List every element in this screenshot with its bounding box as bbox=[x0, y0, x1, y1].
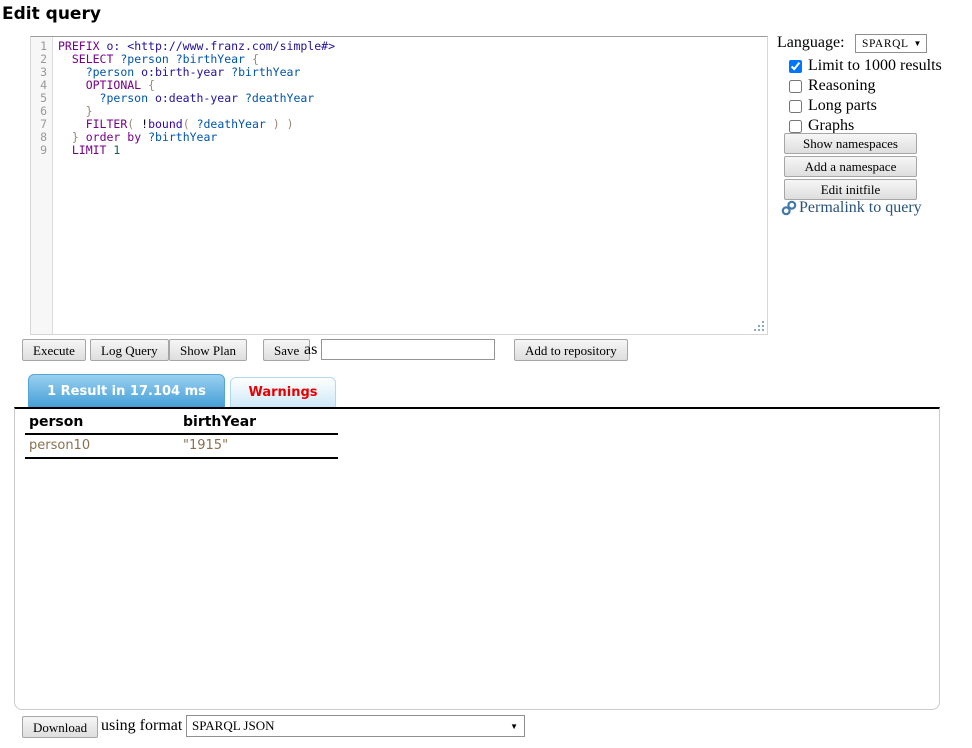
show-namespaces-button[interactable]: Show namespaces bbox=[784, 133, 917, 154]
tab-results[interactable]: 1 Result in 17.104 ms bbox=[28, 374, 225, 407]
long-parts-checkbox[interactable] bbox=[789, 100, 802, 113]
using-format-label: using format bbox=[101, 717, 182, 735]
add-to-repository-button[interactable]: Add to repository bbox=[514, 339, 628, 361]
table-row: person10 "1915" bbox=[25, 434, 338, 458]
chevron-down-icon: ▼ bbox=[913, 39, 922, 48]
long-parts-checkbox-row[interactable]: Long parts bbox=[789, 97, 877, 115]
column-header-birthyear: birthYear bbox=[179, 412, 338, 434]
result-cell-birthyear: "1915" bbox=[179, 434, 338, 458]
code-line[interactable]: LIMIT 1 bbox=[58, 144, 767, 157]
permalink-to-query-link[interactable]: Permalink to query bbox=[781, 199, 922, 217]
result-cell-person[interactable]: person10 bbox=[25, 434, 179, 458]
limit-results-checkbox-row[interactable]: Limit to 1000 results bbox=[789, 57, 942, 75]
format-select-value: SPARQL JSON bbox=[192, 718, 275, 734]
results-panel: person birthYear person10 "1915" bbox=[14, 407, 940, 710]
chain-link-icon bbox=[781, 200, 797, 216]
long-parts-label: Long parts bbox=[808, 97, 877, 115]
table-header-row: person birthYear bbox=[25, 412, 338, 434]
results-table: person birthYear person10 "1915" bbox=[25, 412, 338, 459]
reasoning-label: Reasoning bbox=[808, 77, 876, 95]
code-line[interactable]: ?person o:birth-year ?birthYear bbox=[58, 66, 767, 79]
editor-line-numbers: 123456789 bbox=[31, 37, 53, 334]
editor-resize-grip[interactable] bbox=[752, 319, 765, 332]
limit-results-checkbox[interactable] bbox=[789, 60, 802, 73]
save-as-label: as bbox=[304, 341, 317, 359]
permalink-label: Permalink to query bbox=[799, 199, 922, 217]
language-select[interactable]: SPARQL ▼ bbox=[855, 34, 927, 53]
page-title: Edit query bbox=[2, 4, 101, 24]
graphs-checkbox[interactable] bbox=[789, 120, 802, 133]
code-line[interactable]: ?person o:death-year ?deathYear bbox=[58, 92, 767, 105]
save-name-input[interactable] bbox=[321, 339, 495, 360]
resize-grip-icon bbox=[752, 319, 765, 332]
tab-warnings[interactable]: Warnings bbox=[230, 377, 336, 407]
edit-query-page: Edit query 123456789 PREFIX o: <http://w… bbox=[0, 0, 972, 748]
language-label: Language: bbox=[777, 34, 845, 52]
reasoning-checkbox-row[interactable]: Reasoning bbox=[789, 77, 876, 95]
chevron-down-icon: ▼ bbox=[510, 722, 518, 731]
reasoning-checkbox[interactable] bbox=[789, 80, 802, 93]
log-query-button[interactable]: Log Query bbox=[90, 339, 169, 361]
editor-code[interactable]: PREFIX o: <http://www.franz.com/simple#>… bbox=[53, 37, 767, 334]
format-select[interactable]: SPARQL JSON ▼ bbox=[186, 715, 525, 737]
column-header-person: person bbox=[25, 412, 179, 434]
line-number: 9 bbox=[31, 144, 47, 157]
language-select-value: SPARQL bbox=[862, 38, 909, 50]
code-line[interactable]: } order by ?birthYear bbox=[58, 131, 767, 144]
execute-button[interactable]: Execute bbox=[22, 339, 86, 361]
show-plan-button[interactable]: Show Plan bbox=[169, 339, 247, 361]
edit-initfile-button[interactable]: Edit initfile bbox=[784, 179, 917, 200]
download-button[interactable]: Download bbox=[22, 716, 98, 738]
limit-results-label: Limit to 1000 results bbox=[808, 57, 942, 75]
query-editor[interactable]: 123456789 PREFIX o: <http://www.franz.co… bbox=[30, 36, 768, 335]
add-namespace-button[interactable]: Add a namespace bbox=[784, 156, 917, 177]
